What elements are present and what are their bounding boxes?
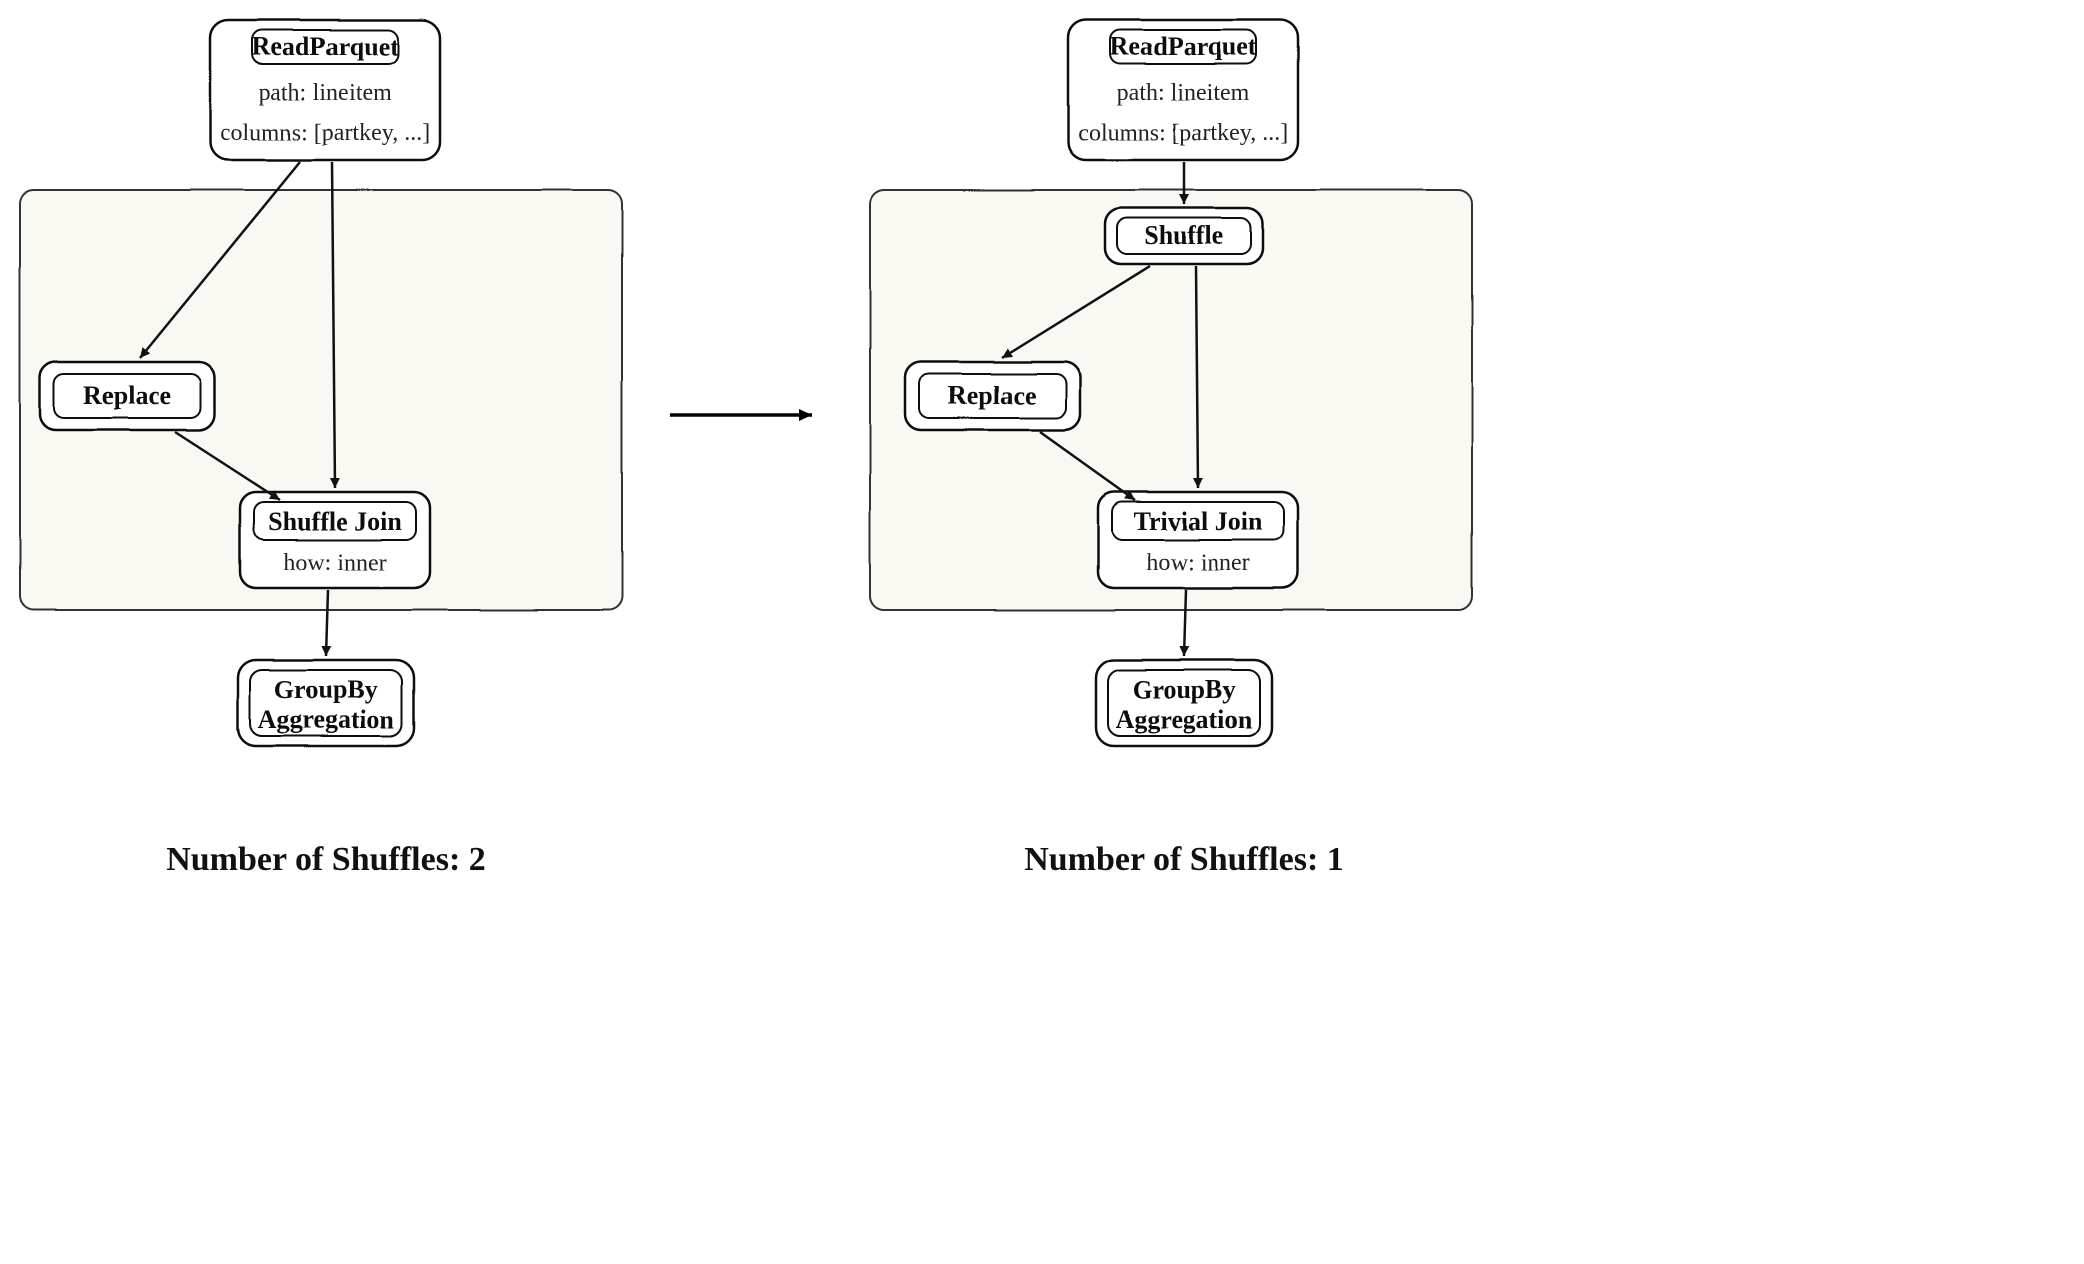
right-shuffle-title: Shuffle — [1144, 221, 1223, 250]
left-read-parquet-title: ReadParquet — [252, 32, 399, 61]
right-read-parquet-title: ReadParquet — [1110, 32, 1257, 61]
left-join-node: Shuffle Join how: inner — [240, 492, 430, 588]
left-caption: Number of Shuffles: 2 — [166, 841, 486, 878]
right-read-parquet-node: ReadParquet path: lineitem columns: [par… — [1068, 20, 1298, 160]
right-groupby-line1: GroupBy — [1132, 675, 1236, 704]
left-read-parquet-node: ReadParquet path: lineitem columns: [par… — [210, 20, 440, 160]
right-shuffle-node: Shuffle — [1105, 208, 1263, 264]
right-caption: Number of Shuffles: 1 — [1024, 841, 1344, 878]
right-join-how: how: inner — [1146, 550, 1249, 576]
right-join-node: Trivial Join how: inner — [1098, 492, 1298, 588]
right-replace-title: Replace — [948, 381, 1036, 410]
left-groupby-line2: Aggregation — [258, 705, 395, 734]
right-replace-node: Replace — [905, 362, 1080, 430]
left-replace-title: Replace — [83, 381, 171, 410]
right-groupby-line2: Aggregation — [1116, 705, 1253, 734]
left-read-parquet-columns: columns: [partkey, ...] — [220, 120, 430, 146]
diagram-canvas: ReadParquet path: lineitem columns: [par… — [0, 0, 2084, 1264]
right-join-title: Trivial Join — [1134, 507, 1263, 536]
left-join-title: Shuffle Join — [268, 507, 402, 536]
left-groupby-line1: GroupBy — [274, 675, 378, 704]
left-join-how: how: inner — [283, 550, 386, 576]
right-read-parquet-path: path: lineitem — [1117, 80, 1250, 106]
left-groupby-node: GroupBy Aggregation — [238, 660, 414, 746]
left-replace-node: Replace — [40, 362, 215, 430]
left-read-parquet-path: path: lineitem — [259, 80, 392, 106]
right-groupby-node: GroupBy Aggregation — [1096, 660, 1272, 746]
right-read-parquet-columns: columns: [partkey, ...] — [1078, 120, 1288, 146]
